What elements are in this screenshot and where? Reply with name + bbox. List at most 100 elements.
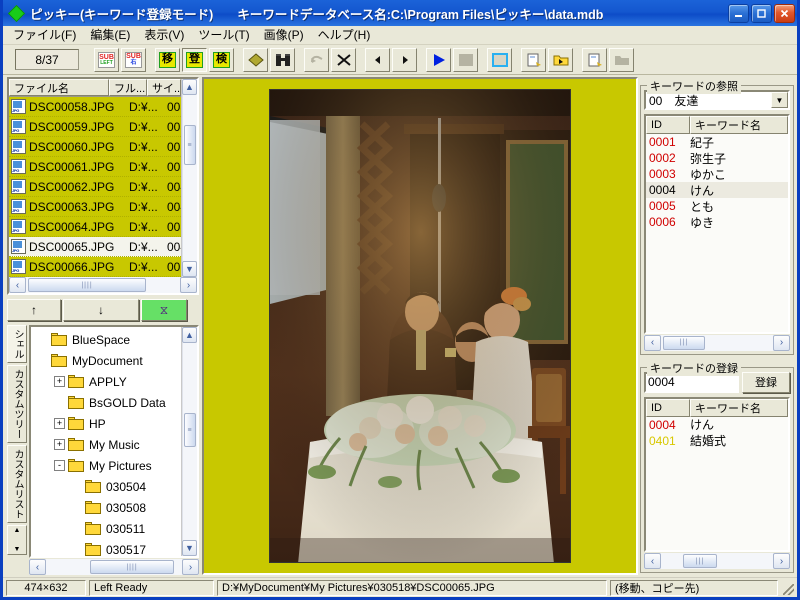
search-kanji-button[interactable]: 検 bbox=[209, 47, 234, 72]
keyword-row[interactable]: 0005 とも bbox=[646, 198, 788, 214]
col-reg-id[interactable]: ID bbox=[646, 398, 690, 417]
register-submit-button[interactable]: 登録 bbox=[742, 371, 790, 393]
undo-button[interactable] bbox=[304, 47, 329, 72]
file-list-row[interactable]: DSC00066.JPG D:¥... 006... bbox=[9, 257, 181, 277]
keyword-row[interactable]: 0004 けん bbox=[646, 417, 788, 433]
hscroll-track[interactable]: |||| bbox=[26, 277, 180, 293]
scroll-up-button[interactable]: ▲ bbox=[182, 79, 197, 95]
tree-node[interactable]: + My Music bbox=[31, 434, 181, 455]
menu-help[interactable]: ヘルプ(H) bbox=[311, 26, 378, 44]
tree-scroll-up-button[interactable]: ▲ bbox=[182, 327, 197, 343]
file-list-row[interactable]: DSC00061.JPG D:¥... 005... bbox=[9, 157, 181, 177]
tree-node[interactable]: + HP bbox=[31, 413, 181, 434]
spin-down-icon[interactable]: ▼ bbox=[14, 541, 21, 555]
spin-up-icon[interactable]: ▲ bbox=[14, 526, 21, 540]
tree-vertical-scrollbar[interactable]: ▲ ≡ ▼ bbox=[181, 327, 197, 556]
vtab-spinner[interactable]: ▲ ▼ bbox=[7, 525, 27, 555]
menu-view[interactable]: 表示(V) bbox=[137, 26, 191, 44]
tree-hscroll-track[interactable]: |||| bbox=[46, 559, 182, 575]
keyword-row[interactable]: 0003 ゆかこ bbox=[646, 166, 788, 182]
next-button[interactable] bbox=[392, 47, 417, 72]
tree-scroll-track[interactable]: ≡ bbox=[182, 343, 197, 540]
tree-scroll-thumb[interactable]: ≡ bbox=[184, 413, 196, 447]
col-reg-keyword[interactable]: キーワード名 bbox=[690, 398, 788, 417]
scan-button[interactable]: ⧖ bbox=[141, 299, 187, 321]
file-list-horizontal-scrollbar[interactable]: ‹ |||| › bbox=[9, 277, 197, 293]
file-list-row[interactable]: DSC00064.JPG D:¥... 003... bbox=[9, 217, 181, 237]
tree-scroll-down-button[interactable]: ▼ bbox=[182, 540, 197, 556]
copy-file-button[interactable] bbox=[521, 47, 546, 72]
tree-hscroll-left-button[interactable]: ‹ bbox=[29, 559, 46, 575]
expand-icon[interactable]: + bbox=[54, 439, 65, 450]
keyword-row[interactable]: 0002 弥生子 bbox=[646, 150, 788, 166]
vtab-shell[interactable]: シェル bbox=[7, 325, 27, 363]
tree-node[interactable]: + APPLY bbox=[31, 371, 181, 392]
tree-hscroll-thumb[interactable]: |||| bbox=[90, 560, 174, 574]
scroll-track[interactable]: ≡ bbox=[182, 95, 197, 261]
register-horizontal-scrollbar[interactable]: ‹ ||| › bbox=[644, 553, 790, 569]
image-viewer[interactable] bbox=[202, 77, 638, 575]
vtab-custom-list[interactable]: カスタムリスト bbox=[7, 445, 27, 523]
move-down-button[interactable]: ↓ bbox=[63, 299, 139, 321]
expand-icon[interactable]: + bbox=[54, 418, 65, 429]
scroll-down-button[interactable]: ▼ bbox=[182, 261, 197, 277]
chevron-down-icon[interactable]: ▼ bbox=[771, 92, 788, 108]
wedding-couple-photo[interactable] bbox=[269, 89, 571, 563]
menu-edit[interactable]: 編集(E) bbox=[83, 26, 137, 44]
file-list-row[interactable]: DSC00065.JPG D:¥... 004... bbox=[9, 237, 181, 257]
col-ref-keyword[interactable]: キーワード名 bbox=[690, 116, 788, 134]
file-list-row[interactable]: DSC00062.JPG D:¥... 004... bbox=[9, 177, 181, 197]
ref-hscroll-thumb[interactable]: ||| bbox=[663, 335, 705, 350]
menu-tools[interactable]: ツール(T) bbox=[191, 26, 256, 44]
expand-icon[interactable]: + bbox=[54, 376, 65, 387]
keyword-row[interactable]: 0401 結婚式 bbox=[646, 433, 788, 449]
fit-window-button[interactable] bbox=[487, 47, 512, 72]
tree-node[interactable]: - My Pictures bbox=[31, 455, 181, 476]
hscroll-thumb[interactable]: |||| bbox=[28, 278, 146, 292]
play-button[interactable] bbox=[426, 47, 451, 72]
hscroll-right-button[interactable]: › bbox=[180, 277, 197, 293]
vtab-custom-tree[interactable]: カスタムツリー bbox=[7, 365, 27, 443]
tree-node[interactable]: BlueSpace bbox=[31, 329, 181, 350]
reference-horizontal-scrollbar[interactable]: ‹ ||| › bbox=[644, 334, 790, 351]
reg-hscroll-thumb[interactable]: ||| bbox=[683, 554, 717, 568]
tree-node[interactable]: 030504 bbox=[31, 476, 181, 497]
keyword-register-list[interactable]: ID キーワード名 0004 けん 0401 結婚式 bbox=[644, 396, 790, 552]
tree-node[interactable]: 030517 bbox=[31, 539, 181, 556]
tree-node[interactable]: 030508 bbox=[31, 497, 181, 518]
delete-button[interactable] bbox=[331, 47, 356, 72]
file-list[interactable]: ファイル名 フル... サイ... DSC00058.JPG D:¥... 003.… bbox=[7, 77, 199, 295]
file-list-row[interactable]: DSC00058.JPG D:¥... 003... bbox=[9, 97, 181, 117]
keyword-row[interactable]: 0004 けん bbox=[646, 182, 788, 198]
move-button[interactable]: 移 bbox=[155, 47, 180, 72]
paste-file-button[interactable] bbox=[582, 47, 607, 72]
reg-hscroll-track[interactable]: ||| bbox=[661, 553, 773, 569]
previous-button[interactable] bbox=[365, 47, 390, 72]
col-size[interactable]: サイ... bbox=[147, 79, 181, 96]
scroll-thumb[interactable]: ≡ bbox=[184, 125, 196, 165]
file-list-vertical-scrollbar[interactable]: ▲ ≡ ▼ bbox=[181, 79, 197, 277]
menu-file[interactable]: ファイル(F) bbox=[6, 26, 83, 44]
directory-tree[interactable]: BlueSpace MyDocument + APPLY BsGOLD Data + HP +… bbox=[29, 325, 199, 558]
tree-node[interactable]: BsGOLD Data bbox=[31, 392, 181, 413]
hscroll-left-button[interactable]: ‹ bbox=[9, 277, 26, 293]
find-button[interactable] bbox=[270, 47, 295, 72]
menu-image[interactable]: 画像(P) bbox=[257, 26, 311, 44]
col-ref-id[interactable]: ID bbox=[646, 116, 690, 134]
keyword-reference-list[interactable]: ID キーワード名 0001 紀子 0002 弥生子 0003 ゆかこ 0004 けん 0005… bbox=[644, 114, 790, 334]
minimize-button[interactable] bbox=[728, 3, 749, 23]
sub-left-button[interactable]: SUB LEFT bbox=[94, 47, 119, 72]
col-fullpath[interactable]: フル... bbox=[109, 79, 147, 96]
move-folder-button[interactable] bbox=[548, 47, 573, 72]
resize-grip[interactable] bbox=[781, 580, 795, 596]
file-list-row[interactable]: DSC00063.JPG D:¥... 004... bbox=[9, 197, 181, 217]
tree-horizontal-scrollbar[interactable]: ‹ |||| › bbox=[29, 559, 199, 575]
reg-hscroll-left-button[interactable]: ‹ bbox=[644, 553, 661, 569]
ref-hscroll-track[interactable]: ||| bbox=[661, 334, 773, 351]
file-list-row[interactable]: DSC00059.JPG D:¥... 003... bbox=[9, 117, 181, 137]
tree-hscroll-right-button[interactable]: › bbox=[182, 559, 199, 575]
col-filename[interactable]: ファイル名 bbox=[9, 79, 109, 96]
tree-node[interactable]: MyDocument bbox=[31, 350, 181, 371]
open-folder-button[interactable] bbox=[609, 47, 634, 72]
ref-hscroll-left-button[interactable]: ‹ bbox=[644, 334, 661, 351]
